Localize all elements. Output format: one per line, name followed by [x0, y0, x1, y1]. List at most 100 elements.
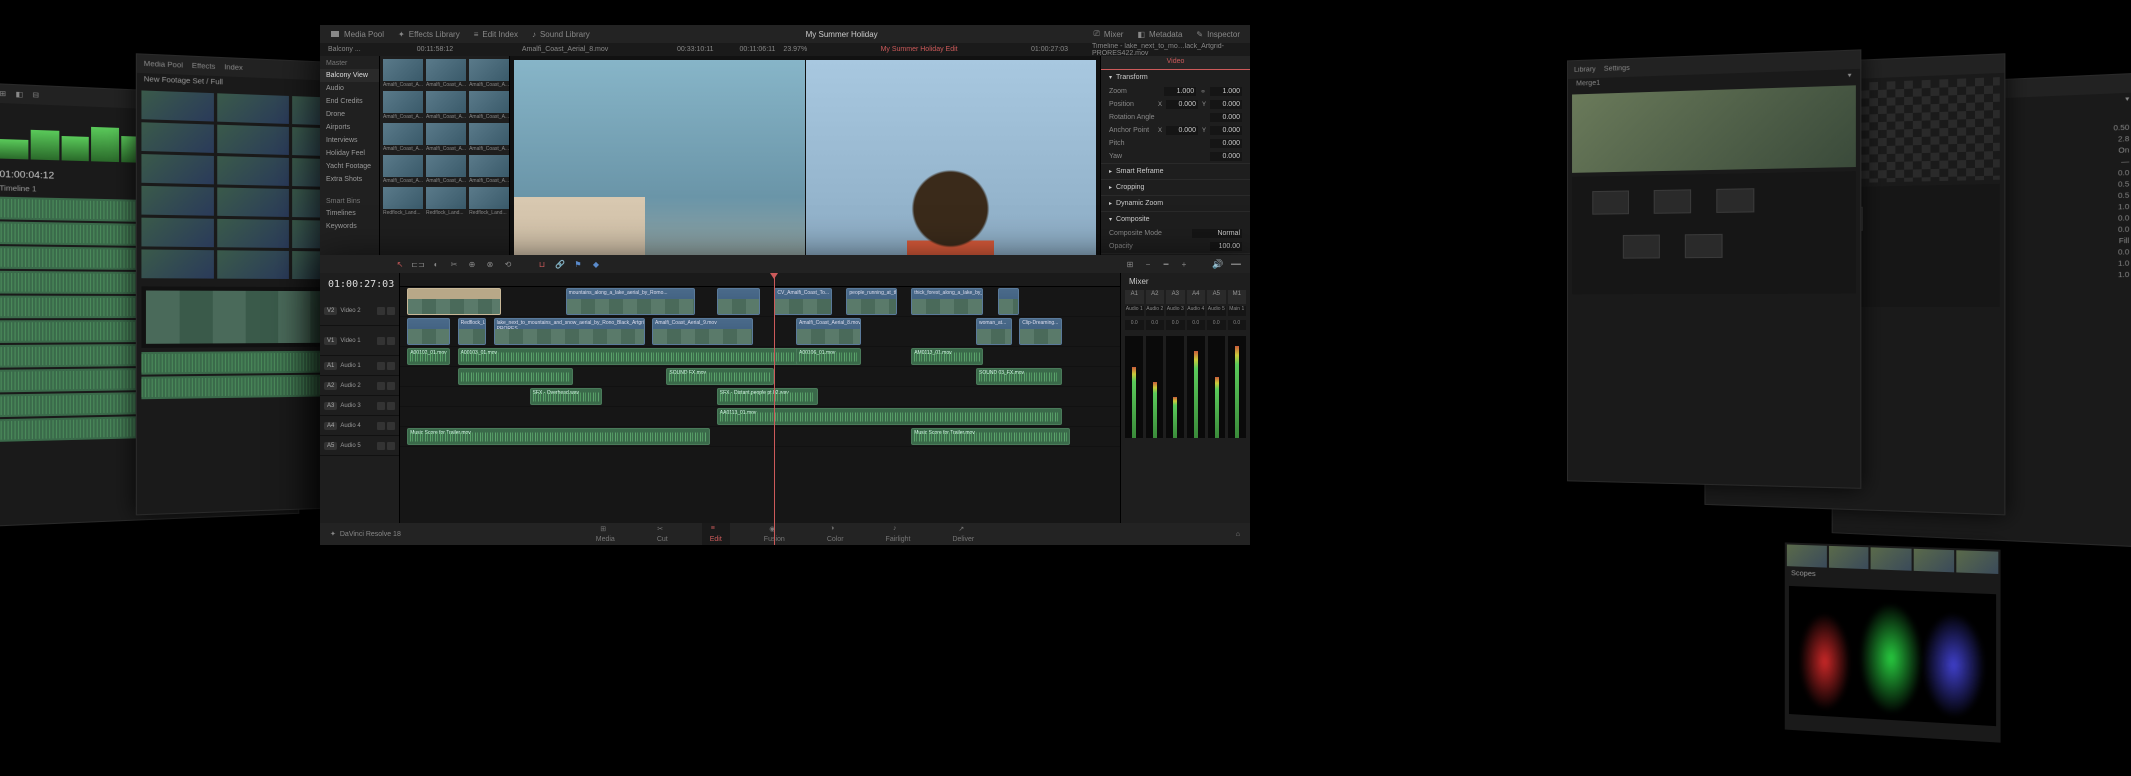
audio-track-header[interactable]: A1Audio 1 — [320, 356, 399, 376]
timeline-clip[interactable] — [998, 288, 1020, 315]
replace-tool[interactable]: ⟲ — [502, 258, 514, 270]
timeline-clip[interactable]: thick_forest_along_a_lake_by_the_mountai… — [911, 288, 983, 315]
tab-metadata[interactable]: ◧Metadata — [1137, 30, 1182, 39]
track-mute[interactable] — [377, 442, 385, 450]
tab-sound-library[interactable]: ♪Sound Library — [532, 30, 590, 39]
opacity-input[interactable]: 100.00 — [1210, 242, 1242, 251]
timeline-clip[interactable]: A00102_01.mov — [407, 348, 450, 365]
timeline-timecode[interactable]: 01:00:27:03 — [320, 273, 399, 296]
mixer-channel-tab[interactable]: A3 — [1166, 290, 1185, 304]
inspector-section-composite[interactable]: Composite — [1101, 212, 1250, 227]
timeline-clip[interactable]: A00103_01.mov — [458, 348, 847, 365]
timeline-clip[interactable]: mountains_along_a_lake_aerial_by_Romo... — [566, 288, 696, 315]
media-clip[interactable]: Amalfi_Coast_A... — [383, 91, 423, 120]
track-mute[interactable] — [377, 402, 385, 410]
mixer-channel-tab[interactable]: A2 — [1146, 290, 1165, 304]
link-toggle[interactable]: 🔗 — [554, 258, 566, 270]
track-lock[interactable] — [377, 307, 385, 315]
timeline-clip[interactable]: A00106_01.mov — [796, 348, 861, 365]
media-clip[interactable]: Amalfi_Coast_A... — [383, 123, 423, 152]
bin-item[interactable]: Audio — [320, 82, 379, 95]
timeline-ruler[interactable] — [400, 273, 1120, 287]
page-media[interactable]: ⊞Media — [588, 523, 623, 545]
page-cut[interactable]: ✂Cut — [649, 523, 676, 545]
track-solo[interactable] — [387, 402, 395, 410]
media-clip[interactable]: Amalfi_Coast_A... — [426, 155, 466, 184]
smart-bin-item[interactable]: Timelines — [320, 207, 379, 220]
track-enable[interactable] — [387, 337, 395, 345]
mixer-channel-tab[interactable]: A5 — [1207, 290, 1226, 304]
timeline-clip[interactable] — [407, 318, 450, 345]
media-clip[interactable]: Amalfi_Coast_A... — [426, 91, 466, 120]
timeline-clip[interactable]: Clip-Dreaming... — [1019, 318, 1062, 345]
page-fairlight[interactable]: ♪Fairlight — [878, 523, 919, 545]
bin-item[interactable]: Extra Shots — [320, 173, 379, 186]
timeline-view-options[interactable]: ⊞ — [1124, 258, 1136, 270]
media-clip[interactable]: Amalfi_Coast_A... — [426, 59, 466, 88]
timeline-clip[interactable]: CV_Amalfi_Coast_To... — [774, 288, 832, 315]
media-clip[interactable]: Amalfi_Coast_A... — [383, 155, 423, 184]
track-mute[interactable] — [377, 422, 385, 430]
bin-item[interactable]: Interviews — [320, 134, 379, 147]
page-deliver[interactable]: ↗Deliver — [944, 523, 982, 545]
track-solo[interactable] — [387, 442, 395, 450]
inspector-section-smart-reframe[interactable]: Smart Reframe — [1101, 164, 1250, 179]
insp-tab-video[interactable]: Video — [1101, 56, 1250, 70]
audio-track-header[interactable]: A4Audio 4 — [320, 416, 399, 436]
timeline-clip[interactable]: Redflock_Land... — [458, 318, 487, 345]
tab-media-pool[interactable]: Media Pool — [330, 29, 384, 39]
anchor-y-input[interactable]: 0.000 — [1210, 126, 1242, 135]
timeline-clip[interactable]: SFX - Distant people pt 02.wav — [717, 388, 818, 405]
pitch-input[interactable]: 0.000 — [1210, 139, 1242, 148]
track-solo[interactable] — [387, 362, 395, 370]
zoom-out-button[interactable]: − — [1142, 258, 1154, 270]
timeline-clip[interactable]: SFX - Overhead.wav — [530, 388, 602, 405]
pos-y-input[interactable]: 0.000 — [1210, 100, 1242, 109]
bin-item[interactable]: Holiday Feel — [320, 147, 379, 160]
tab-effects-library[interactable]: ✦Effects Library — [398, 30, 460, 39]
audio-track-header[interactable]: A5Audio 5 — [320, 436, 399, 456]
timeline-clip[interactable] — [407, 288, 501, 315]
bin-dropdown[interactable]: Balcony ... — [328, 46, 361, 53]
smart-bin-item[interactable]: Keywords — [320, 220, 379, 233]
transform-section-header[interactable]: Transform — [1101, 70, 1250, 85]
dynamic-trim-tool[interactable]: ◐ — [430, 258, 442, 270]
media-clip[interactable]: Redflock_Land... — [469, 187, 509, 216]
media-clip[interactable]: Amalfi_Coast_A... — [469, 123, 509, 152]
media-clip[interactable]: Redflock_Land... — [383, 187, 423, 216]
track-solo[interactable] — [387, 382, 395, 390]
bin-item[interactable]: Drone — [320, 108, 379, 121]
timeline-clip[interactable]: SOUND 03_FX.mov — [976, 368, 1062, 385]
inspector-section-dynamic-zoom[interactable]: Dynamic Zoom — [1101, 196, 1250, 211]
audio-track-header[interactable]: A3Audio 3 — [320, 396, 399, 416]
overwrite-tool[interactable]: ⊗ — [484, 258, 496, 270]
timeline-clip[interactable]: people_running_at_the_beach_in_bridg... — [846, 288, 896, 315]
timeline-clip[interactable] — [458, 368, 573, 385]
snap-toggle[interactable]: ⊔ — [536, 258, 548, 270]
timeline-clip[interactable]: SOUND FX.mov — [666, 368, 774, 385]
rotation-input[interactable]: 0.000 — [1210, 113, 1242, 122]
yaw-input[interactable]: 0.000 — [1210, 152, 1242, 161]
timeline-clip[interactable]: AM0113_01.mov — [911, 348, 983, 365]
track-solo[interactable] — [387, 422, 395, 430]
media-clip[interactable]: Amalfi_Coast_A... — [383, 59, 423, 88]
timeline-clip[interactable] — [717, 288, 760, 315]
media-clip[interactable]: Amalfi_Coast_A... — [469, 91, 509, 120]
timeline-clip[interactable]: Music Score for Trailer.mov — [911, 428, 1069, 445]
tab-mixer[interactable]: ⎚Mixer — [1094, 29, 1124, 39]
bin-item[interactable]: End Credits — [320, 95, 379, 108]
page-color[interactable]: ◑Color — [819, 523, 852, 545]
timeline-clip[interactable]: Music Score for Trailer.mov — [407, 428, 709, 445]
home-button[interactable]: ⌂ — [1236, 531, 1240, 538]
track-lock[interactable] — [377, 337, 385, 345]
track-mute[interactable] — [377, 362, 385, 370]
video-track-header[interactable]: V1Video 1 — [320, 326, 399, 356]
mixer-channel-tab[interactable]: M1 — [1228, 290, 1247, 304]
blade-tool[interactable]: ✂ — [448, 258, 460, 270]
bin-item[interactable]: Airports — [320, 121, 379, 134]
timeline-clip[interactable]: woman_at... — [976, 318, 1012, 345]
mixer-channel-tab[interactable]: A4 — [1187, 290, 1206, 304]
timeline-clip[interactable]: Amalfi_Coast_Aerial_9.mov — [652, 318, 753, 345]
timeline-clip[interactable]: Amalfi_Coast_Aerial_8.mov — [796, 318, 861, 345]
zoom-y-input[interactable]: 1.000 — [1210, 87, 1242, 96]
